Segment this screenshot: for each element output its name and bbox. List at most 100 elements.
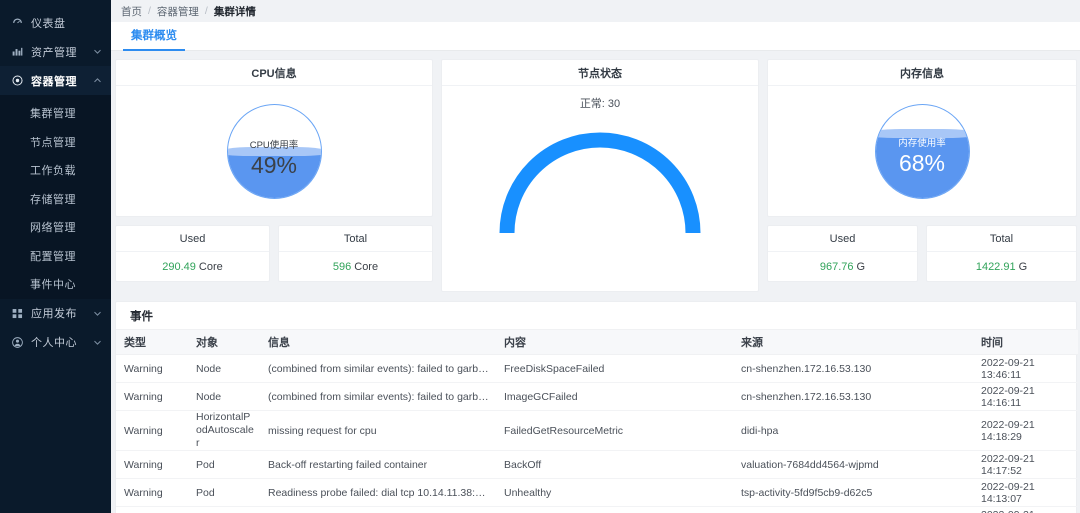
cell-type: Warning [116, 410, 188, 451]
column-header-reason[interactable]: 内容 [496, 329, 733, 355]
cell-type: Warning [116, 478, 188, 507]
table-row[interactable]: Warning Pod Back-off restarting failed c… [116, 506, 1078, 513]
cell-time: 2022-09-21 14:13:07 [973, 478, 1078, 507]
cpu-total-label: Total [279, 226, 432, 252]
breadcrumb-home[interactable]: 首页 [121, 4, 142, 19]
sidebar-subitem-label: 配置管理 [30, 250, 76, 263]
cell-message: Back-off restarting failed container [260, 450, 496, 479]
sidebar-item-label: 应用发布 [31, 308, 77, 320]
tab-cluster-overview[interactable]: 集群概览 [123, 27, 185, 51]
cell-reason: ImageGCFailed [496, 382, 733, 411]
table-row[interactable]: Warning Pod Readiness probe failed: dial… [116, 478, 1078, 507]
cpu-used-unit: Core [198, 260, 223, 273]
breadcrumb-separator: / [204, 5, 208, 17]
memory-liquid-gauge: 内存使用率 68% [874, 103, 970, 199]
cpu-total-stat: Total 596 Core [278, 225, 433, 282]
cpu-panel: CPU信息 CPU使用率 49% Used 290.49 Core Total … [115, 59, 433, 282]
column-header-object[interactable]: 对象 [188, 329, 260, 355]
sidebar-item-dashboard[interactable]: 仪表盘 [0, 8, 111, 37]
cell-type: Warning [116, 450, 188, 479]
events-table: 类型 对象 信息 内容 来源 时间 Warning Node (combined [116, 329, 1078, 513]
sidebar-item-label: 个人中心 [31, 337, 77, 349]
column-header-message[interactable]: 信息 [260, 329, 496, 355]
cell-reason: FailedGetResourceMetric [496, 410, 733, 451]
column-header-type[interactable]: 类型 [116, 329, 188, 355]
cell-type: Warning [116, 506, 188, 513]
cell-message: (combined from similar events): failed t… [260, 382, 496, 411]
sidebar-item-label: 仪表盘 [31, 17, 66, 30]
cell-time: 2022-09-21 14:17:16 [973, 506, 1078, 513]
events-card: 事件 类型 对象 信息 内容 来源 时间 Warning Node (combi… [115, 301, 1078, 513]
cpu-total-number: 596 [332, 260, 352, 273]
events-title: 事件 [130, 310, 153, 323]
sidebar-item-workload[interactable]: 工作负载 [0, 156, 111, 185]
cpu-used-value: 290.49 Core [116, 252, 269, 281]
chevron-down-icon [92, 337, 102, 347]
breadcrumb-section[interactable]: 容器管理 [157, 4, 199, 19]
node-status-card: 节点状态 正常: 30 [441, 59, 759, 292]
memory-panel: 内存信息 内存使用率 68% Used 967.76 G Total 1422.… [767, 59, 1077, 282]
sidebar-item-user-center[interactable]: 个人中心 [0, 328, 111, 357]
cell-type: Warning [116, 354, 188, 383]
sidebar-subitem-label: 节点管理 [30, 136, 76, 149]
dashboard-icon [11, 16, 24, 29]
table-row[interactable]: Warning Node (combined from similar even… [116, 354, 1078, 383]
tab-bar: 集群概览 [111, 22, 1080, 51]
cpu-used-label: Used [116, 226, 269, 252]
memory-total-stat: Total 1422.91 G [926, 225, 1077, 282]
memory-total-label: Total [927, 226, 1076, 252]
app-release-icon [11, 307, 24, 320]
memory-gauge-value: 68% [898, 149, 946, 176]
cell-source: cn-shenzhen.172.16.53.130 [733, 382, 973, 411]
chevron-down-icon [92, 47, 102, 57]
sidebar-item-node-management[interactable]: 节点管理 [0, 128, 111, 157]
breadcrumb: 首页 / 容器管理 / 集群详情 [111, 0, 1080, 22]
cell-object: Pod [188, 478, 260, 507]
sidebar-item-cluster-management[interactable]: 集群管理 [0, 99, 111, 128]
cell-reason: Unhealthy [496, 478, 733, 507]
cell-message: (combined from similar events): failed t… [260, 354, 496, 383]
breadcrumb-current: 集群详情 [213, 5, 256, 18]
node-gauge: 正常: 30 [442, 86, 758, 291]
cpu-used-number: 290.49 [162, 260, 196, 273]
memory-gauge: 内存使用率 68% [768, 86, 1076, 216]
cell-object: Pod [188, 506, 260, 513]
cell-time: 2022-09-21 14:18:29 [973, 410, 1078, 451]
cpu-total-value: 596 Core [279, 252, 432, 281]
cpu-liquid-gauge: CPU使用率 49% [226, 103, 322, 199]
cell-source: cn-shenzhen.172.16.53.130 [733, 354, 973, 383]
sidebar-item-config-management[interactable]: 配置管理 [0, 242, 111, 271]
column-header-source[interactable]: 来源 [733, 329, 973, 355]
cpu-gauge-value: 49% [250, 151, 298, 178]
cell-type: Warning [116, 382, 188, 411]
node-status-arc [499, 132, 701, 234]
sidebar-item-label: 容器管理 [31, 75, 77, 88]
sidebar-subitem-label: 工作负载 [30, 165, 76, 178]
cell-object: HorizontalPodAutoscaler [188, 410, 260, 451]
sidebar-item-assets[interactable]: 资产管理 [0, 37, 111, 66]
breadcrumb-separator: / [148, 5, 151, 17]
memory-used-value: 967.76 G [768, 252, 917, 281]
column-header-time[interactable]: 时间 [973, 329, 1078, 355]
cell-message: Back-off restarting failed container [260, 506, 496, 513]
sidebar-item-storage-management[interactable]: 存储管理 [0, 185, 111, 214]
sidebar-item-event-center[interactable]: 事件中心 [0, 270, 111, 299]
cell-reason: BackOff [496, 506, 733, 513]
table-row[interactable]: Warning HorizontalPodAutoscaler missing … [116, 410, 1078, 451]
memory-total-value: 1422.91 G [927, 252, 1076, 281]
chevron-down-icon [92, 308, 102, 318]
sidebar-item-app-release[interactable]: 应用发布 [0, 299, 111, 328]
cell-object: Node [188, 354, 260, 383]
memory-used-unit: G [856, 260, 866, 273]
page-content: CPU信息 CPU使用率 49% Used 290.49 Core Total … [111, 51, 1080, 513]
summary-cards-row: CPU信息 CPU使用率 49% Used 290.49 Core Total … [111, 59, 1080, 292]
cpu-card: CPU信息 CPU使用率 49% [115, 59, 433, 217]
sidebar-item-container-management[interactable]: 容器管理 [0, 66, 111, 95]
tab-label: 集群概览 [131, 30, 177, 42]
table-row[interactable]: Warning Pod Back-off restarting failed c… [116, 450, 1078, 479]
table-row[interactable]: Warning Node (combined from similar even… [116, 382, 1078, 411]
sidebar-item-network-management[interactable]: 网络管理 [0, 213, 111, 242]
cell-source: didi-hpa [733, 410, 973, 451]
cell-source: valuation-7684dd4564-wjpmd [733, 450, 973, 479]
cpu-stats: Used 290.49 Core Total 596 Core [115, 225, 433, 282]
